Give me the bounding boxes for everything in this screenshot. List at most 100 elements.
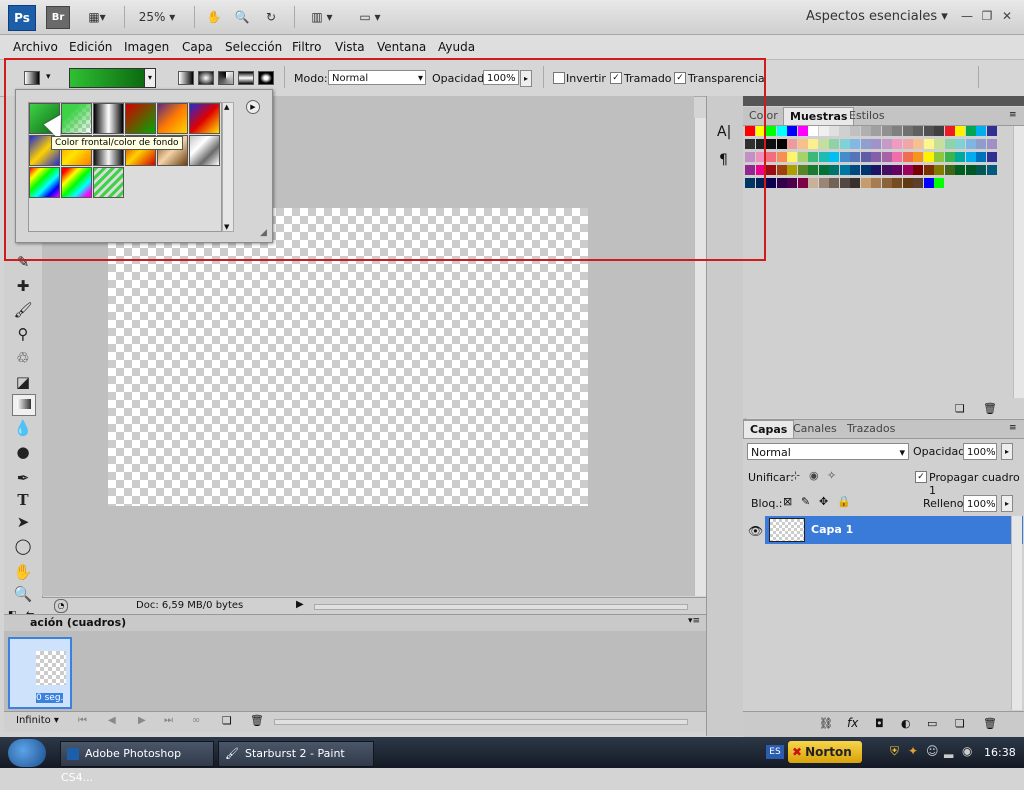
pen-tool-icon[interactable]: ✒ [12,468,34,488]
color-swatch[interactable] [892,126,902,136]
link-layers-icon[interactable]: ⛓ [819,717,833,730]
color-swatch[interactable] [965,126,976,136]
user-tray-icon[interactable]: ☺ [926,744,939,758]
menu-capa[interactable]: Capa [182,40,213,54]
brush-tool-icon[interactable]: 🖌 [12,300,34,320]
color-swatch[interactable] [976,139,986,149]
view-extras-icon[interactable]: ▦▾ [84,8,110,26]
restore-icon[interactable]: ❐ [978,8,996,24]
menu-imagen[interactable]: Imagen [124,40,169,54]
color-swatch[interactable] [860,126,871,136]
color-swatch[interactable] [976,152,986,162]
color-swatch[interactable] [913,178,923,188]
color-swatch[interactable] [787,139,797,149]
color-swatch[interactable] [944,165,955,175]
color-swatch[interactable] [818,139,829,149]
norton-tray-icon[interactable]: ✦ [908,744,918,758]
layer-style-icon[interactable]: fx [847,716,858,730]
color-swatch[interactable] [881,126,892,136]
duplicate-frame-icon[interactable]: ❏ [222,714,232,727]
language-indicator[interactable]: ES [766,745,784,759]
lock-pixels-icon[interactable]: ✎ [801,495,810,508]
color-swatch[interactable] [871,139,881,149]
color-swatch[interactable] [892,165,902,175]
zoom-tool-icon[interactable]: 🔍 [12,584,34,604]
panel-menu-icon[interactable]: ≡ [1009,423,1017,433]
status-menu-arrow-icon[interactable]: ▶ [296,599,304,610]
frame-thumbnail[interactable]: 0 seg. [8,637,72,709]
tab-trazados[interactable]: Trazados [841,420,901,437]
play-icon[interactable]: ▶ [138,715,146,726]
color-swatch[interactable] [986,165,997,175]
bridge-button[interactable]: Br [46,6,70,29]
gradient-preset[interactable] [29,167,60,198]
color-swatch[interactable] [776,126,787,136]
color-swatch[interactable] [766,165,776,175]
opacity-slider-arrow-icon[interactable]: ▸ [1001,443,1013,460]
lock-transparency-icon[interactable]: ⊠ [783,495,792,508]
gradient-tool-icon[interactable] [12,394,36,416]
color-swatch[interactable] [860,178,871,188]
lock-position-icon[interactable]: ✥ [819,495,828,508]
color-swatch[interactable] [955,152,965,162]
color-swatch[interactable] [829,152,839,162]
gradient-preset[interactable] [157,103,188,134]
color-swatch[interactable] [860,152,871,162]
workspace-switcher[interactable]: Aspectos esenciales ▾ [806,9,948,24]
color-swatch[interactable] [797,126,808,136]
color-swatch[interactable] [829,139,839,149]
color-swatch[interactable] [923,178,934,188]
color-swatch[interactable] [871,152,881,162]
canvas-horizontal-scrollbar[interactable] [314,604,688,610]
gradient-preset[interactable] [61,167,92,198]
gradient-preset[interactable] [125,103,156,134]
color-swatch[interactable] [787,165,797,175]
gradient-preset[interactable] [93,103,124,134]
panel-menu-icon[interactable]: ▾≡ [688,616,700,626]
color-swatch[interactable] [850,139,860,149]
next-frame-icon[interactable]: ⏭ [164,715,173,726]
color-swatch[interactable] [766,152,776,162]
color-swatch[interactable] [839,178,850,188]
gradient-preset[interactable] [93,167,124,198]
arrange-documents-icon[interactable]: ▥ ▾ [304,8,340,26]
menu-edicion[interactable]: Edición [69,40,112,54]
rotate-view-icon[interactable]: ↻ [260,8,282,26]
color-swatch[interactable] [892,139,902,149]
color-swatch[interactable] [850,152,860,162]
frame-delay[interactable]: 0 seg. [36,693,64,703]
tween-icon[interactable]: ∞ [192,715,200,726]
swatches-scrollbar[interactable] [1013,126,1024,398]
color-swatch[interactable] [881,152,892,162]
frames-scrollbar[interactable] [274,719,688,725]
blend-mode-dropdown[interactable]: Normal ▾ [747,443,909,460]
color-swatch[interactable] [934,165,944,175]
scroll-down-icon[interactable]: ▼ [224,223,229,231]
color-swatch[interactable] [913,152,923,162]
menu-archivo[interactable]: Archivo [13,40,58,54]
color-swatch[interactable] [871,178,881,188]
color-swatch[interactable] [776,152,787,162]
eye-visibility-icon[interactable]: 👁 [748,524,763,538]
color-swatch[interactable] [913,165,923,175]
color-swatch[interactable] [860,139,871,149]
color-swatch[interactable] [850,165,860,175]
color-swatch[interactable] [965,165,976,175]
color-swatch[interactable] [766,126,776,136]
color-swatch[interactable] [818,126,829,136]
first-frame-icon[interactable]: ⏮ [78,715,87,726]
dodge-tool-icon[interactable]: ● [12,442,34,462]
color-swatch[interactable] [923,126,934,136]
color-swatch[interactable] [965,139,976,149]
color-swatch[interactable] [944,152,955,162]
panel-collapse-bar[interactable] [743,96,1024,106]
color-swatch[interactable] [923,139,934,149]
color-swatch[interactable] [839,165,850,175]
screen-mode-icon[interactable]: ▭ ▾ [352,8,388,26]
color-swatch[interactable] [797,178,808,188]
taskbar-item-photoshop[interactable]: Adobe Photoshop CS4... [60,741,214,784]
color-swatch[interactable] [934,126,944,136]
menu-ventana[interactable]: Ventana [377,40,426,54]
color-swatch[interactable] [829,165,839,175]
color-swatch[interactable] [850,178,860,188]
